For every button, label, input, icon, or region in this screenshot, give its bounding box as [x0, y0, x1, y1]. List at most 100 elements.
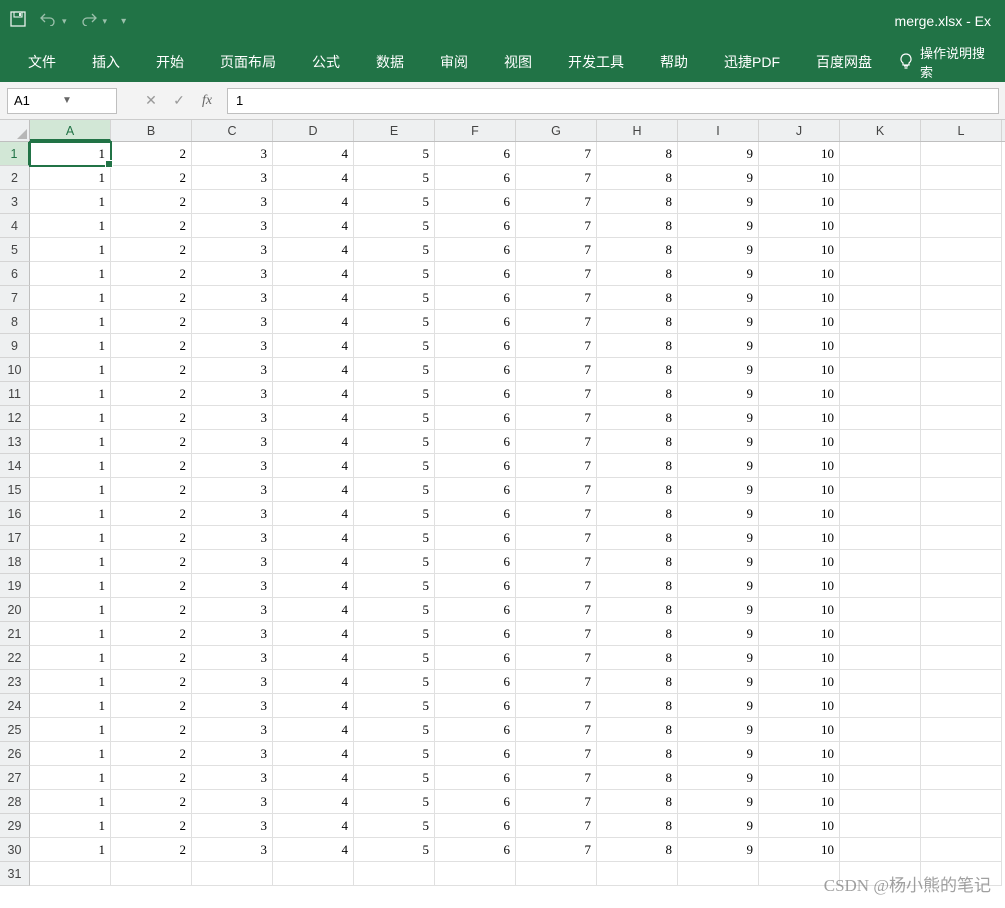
- cell[interactable]: 8: [597, 214, 678, 238]
- ribbon-tab[interactable]: 审阅: [422, 46, 486, 78]
- cell[interactable]: 7: [516, 262, 597, 286]
- cell[interactable]: 1: [30, 550, 111, 574]
- cell[interactable]: [840, 550, 921, 574]
- cell[interactable]: 6: [435, 838, 516, 862]
- cell[interactable]: [840, 526, 921, 550]
- cell[interactable]: 7: [516, 142, 597, 166]
- cell[interactable]: 4: [273, 622, 354, 646]
- cell[interactable]: 4: [273, 526, 354, 550]
- cell[interactable]: 1: [30, 262, 111, 286]
- cell[interactable]: 6: [435, 766, 516, 790]
- cell[interactable]: 7: [516, 478, 597, 502]
- cell[interactable]: 10: [759, 718, 840, 742]
- cell[interactable]: 4: [273, 838, 354, 862]
- cell[interactable]: 9: [678, 526, 759, 550]
- cell[interactable]: 7: [516, 622, 597, 646]
- cell[interactable]: 10: [759, 814, 840, 838]
- ribbon-tab[interactable]: 帮助: [642, 46, 706, 78]
- cell[interactable]: [921, 838, 1002, 862]
- cell[interactable]: 3: [192, 646, 273, 670]
- cell[interactable]: [840, 670, 921, 694]
- cell[interactable]: 6: [435, 358, 516, 382]
- cell[interactable]: 4: [273, 478, 354, 502]
- cell[interactable]: 5: [354, 454, 435, 478]
- cell[interactable]: 1: [30, 766, 111, 790]
- cell[interactable]: 10: [759, 838, 840, 862]
- cell[interactable]: 6: [435, 214, 516, 238]
- cell[interactable]: 3: [192, 406, 273, 430]
- cell[interactable]: 2: [111, 622, 192, 646]
- cell[interactable]: 10: [759, 334, 840, 358]
- cell[interactable]: [840, 502, 921, 526]
- row-header[interactable]: 9: [0, 334, 30, 358]
- cell[interactable]: 9: [678, 310, 759, 334]
- cell[interactable]: 7: [516, 430, 597, 454]
- cell[interactable]: 5: [354, 574, 435, 598]
- cell[interactable]: 8: [597, 502, 678, 526]
- cell[interactable]: [840, 478, 921, 502]
- cell[interactable]: [921, 478, 1002, 502]
- cell[interactable]: 8: [597, 238, 678, 262]
- cell[interactable]: 10: [759, 382, 840, 406]
- cell[interactable]: 8: [597, 406, 678, 430]
- cell[interactable]: 1: [30, 574, 111, 598]
- cell[interactable]: 3: [192, 214, 273, 238]
- cell[interactable]: 6: [435, 430, 516, 454]
- cell[interactable]: 2: [111, 526, 192, 550]
- cell[interactable]: 9: [678, 670, 759, 694]
- column-header[interactable]: L: [921, 120, 1002, 141]
- cell[interactable]: 3: [192, 718, 273, 742]
- cell[interactable]: 4: [273, 262, 354, 286]
- cell[interactable]: 2: [111, 502, 192, 526]
- row-header[interactable]: 29: [0, 814, 30, 838]
- qat-customize-icon[interactable]: ▾: [121, 16, 126, 27]
- cell[interactable]: 6: [435, 142, 516, 166]
- cell[interactable]: 1: [30, 406, 111, 430]
- cell[interactable]: 7: [516, 598, 597, 622]
- cell[interactable]: [921, 190, 1002, 214]
- cell[interactable]: 6: [435, 670, 516, 694]
- cell[interactable]: [840, 742, 921, 766]
- cell[interactable]: 6: [435, 502, 516, 526]
- cell[interactable]: 5: [354, 550, 435, 574]
- cell[interactable]: 9: [678, 766, 759, 790]
- cell[interactable]: 3: [192, 430, 273, 454]
- cell[interactable]: [759, 862, 840, 886]
- cell[interactable]: 6: [435, 454, 516, 478]
- row-header[interactable]: 7: [0, 286, 30, 310]
- cell[interactable]: 4: [273, 598, 354, 622]
- cell[interactable]: 7: [516, 334, 597, 358]
- cell[interactable]: 2: [111, 382, 192, 406]
- cell[interactable]: 9: [678, 598, 759, 622]
- cell[interactable]: [921, 382, 1002, 406]
- cell[interactable]: 5: [354, 286, 435, 310]
- row-header[interactable]: 24: [0, 694, 30, 718]
- cell[interactable]: 8: [597, 190, 678, 214]
- cell[interactable]: 10: [759, 502, 840, 526]
- cell[interactable]: 6: [435, 526, 516, 550]
- cell[interactable]: 8: [597, 814, 678, 838]
- cell[interactable]: [921, 238, 1002, 262]
- cell[interactable]: 8: [597, 286, 678, 310]
- row-header[interactable]: 21: [0, 622, 30, 646]
- column-header[interactable]: A: [30, 120, 111, 141]
- cell[interactable]: [921, 622, 1002, 646]
- cell[interactable]: 7: [516, 790, 597, 814]
- cell[interactable]: 6: [435, 694, 516, 718]
- cell[interactable]: 7: [516, 766, 597, 790]
- cell[interactable]: 7: [516, 310, 597, 334]
- cell[interactable]: 8: [597, 694, 678, 718]
- column-header[interactable]: I: [678, 120, 759, 141]
- cell[interactable]: [840, 598, 921, 622]
- cell[interactable]: 6: [435, 622, 516, 646]
- cell[interactable]: 2: [111, 430, 192, 454]
- cell[interactable]: 10: [759, 694, 840, 718]
- ribbon-tab[interactable]: 开发工具: [550, 46, 642, 78]
- cell[interactable]: 9: [678, 286, 759, 310]
- cell[interactable]: 5: [354, 262, 435, 286]
- cell[interactable]: 7: [516, 286, 597, 310]
- cell[interactable]: 6: [435, 550, 516, 574]
- cell[interactable]: 1: [30, 454, 111, 478]
- undo-dropdown-icon[interactable]: ▾: [62, 16, 67, 27]
- cell[interactable]: 3: [192, 502, 273, 526]
